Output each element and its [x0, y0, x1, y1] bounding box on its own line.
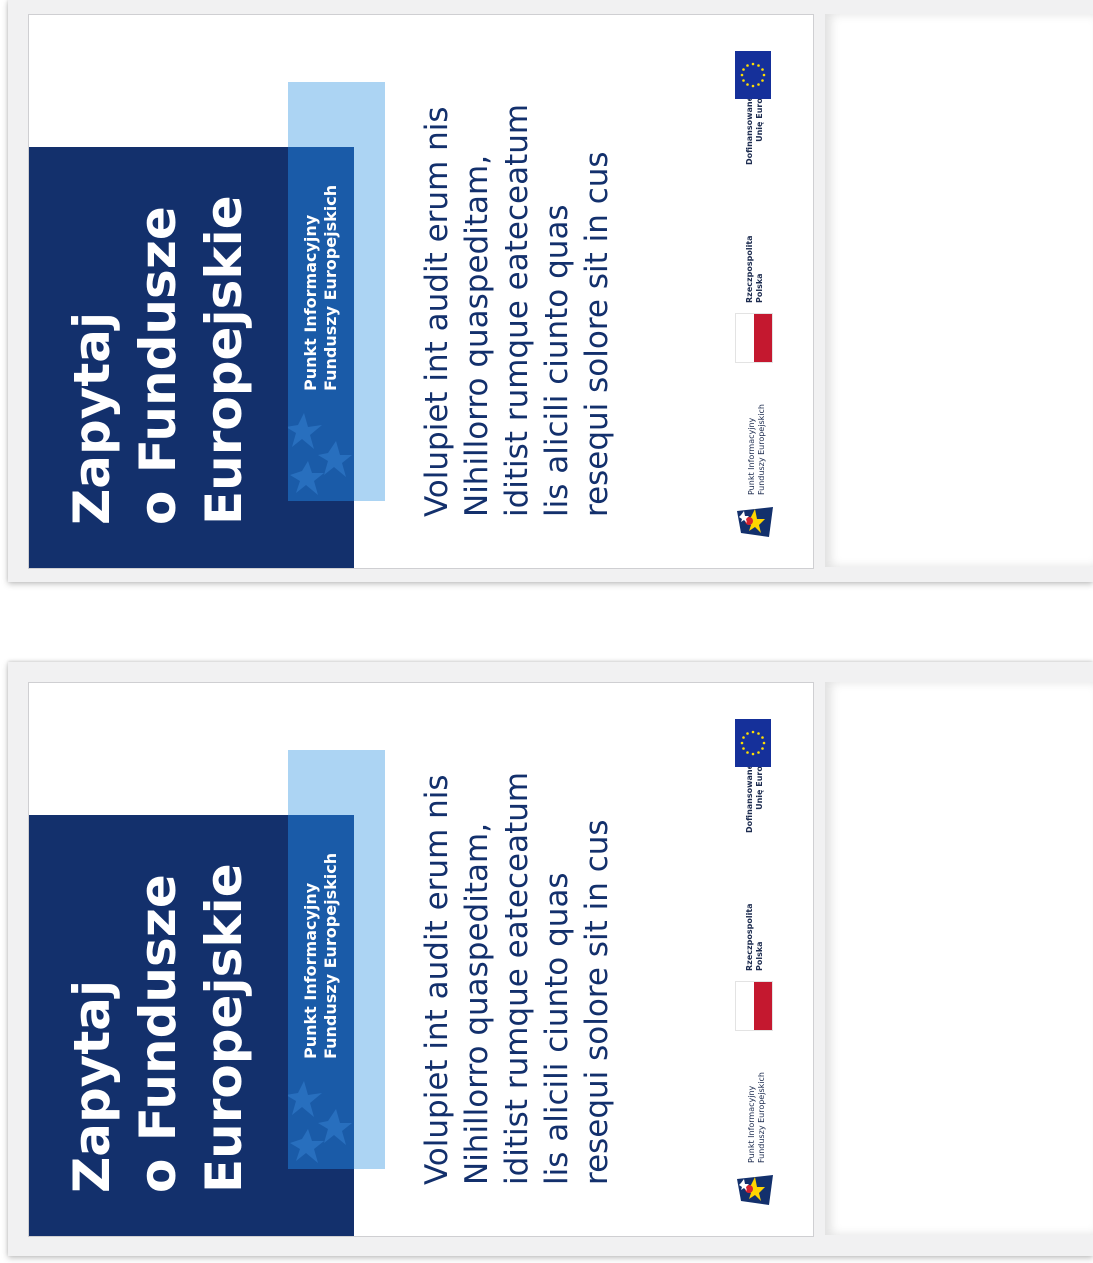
- title-line: Europejskie: [195, 863, 253, 1193]
- poster-front: Zapytaj o Fundusze Europejskie Punkt Inf…: [28, 682, 814, 1237]
- poster-body-text: Volupiet int audit erum nis Nihillorro q…: [417, 772, 617, 1185]
- poster-sheet-bottom: Zapytaj o Fundusze Europejskie Punkt Inf…: [8, 662, 1093, 1256]
- poster-body-text: Volupiet int audit erum nis Nihillorro q…: [417, 104, 617, 517]
- poster-back-panel: [825, 14, 1093, 567]
- pif-logo-line: Punkt Informacyjny: [747, 417, 756, 495]
- pif-logo-text: Punkt Informacyjny Funduszy Europejskich: [747, 1072, 767, 1163]
- pif-label-line: Funduszy Europejskich: [321, 852, 340, 1059]
- body-line: Volupiet int audit erum nis: [419, 106, 455, 517]
- title-line: Zapytaj: [63, 311, 121, 525]
- pl-logo-line: Polska: [755, 941, 764, 971]
- pif-logo-icon: [737, 507, 773, 537]
- title-line: o Fundusze: [129, 206, 187, 525]
- eu-flag-icon: [735, 51, 771, 99]
- pl-logo-text: Rzeczpospolita Polska: [745, 903, 765, 971]
- title-line: o Fundusze: [129, 874, 187, 1193]
- pif-label-line: Punkt Informacyjny: [301, 214, 320, 391]
- poster-back-panel: [825, 682, 1093, 1235]
- title-line: Europejskie: [195, 195, 253, 525]
- body-line: iditist rumque eateceatum: [499, 103, 535, 517]
- polish-flag-icon: [735, 981, 773, 1031]
- pl-logo-line: Rzeczpospolita: [745, 235, 754, 303]
- body-line: iditist rumque eateceatum: [499, 771, 535, 1185]
- body-line: Volupiet int audit erum nis: [419, 774, 455, 1185]
- body-line: lis alicili ciunto quas: [539, 204, 575, 517]
- pif-label: Punkt Informacyjny Funduszy Europejskich: [301, 185, 341, 391]
- stars-graphic: [288, 1073, 354, 1169]
- polish-flag-icon: [735, 313, 773, 363]
- pif-label-line: Punkt Informacyjny: [301, 882, 320, 1059]
- pif-logo-icon: [737, 1175, 773, 1205]
- pif-logo-line: Funduszy Europejskich: [757, 1072, 766, 1163]
- poster-sheet-top: Zapytaj o Fundusze Europejskie Punkt Inf…: [8, 0, 1093, 582]
- pl-logo-line: Polska: [755, 273, 764, 303]
- pif-label-line: Funduszy Europejskich: [321, 184, 340, 391]
- eu-flag-icon: [735, 719, 771, 767]
- pl-logo-line: Rzeczpospolita: [745, 903, 754, 971]
- title-line: Zapytaj: [63, 979, 121, 1193]
- pif-logo-line: Punkt Informacyjny: [747, 1085, 756, 1163]
- body-line: Nihillorro quaspeditam,: [459, 822, 495, 1185]
- body-line: Nihillorro quaspeditam,: [459, 154, 495, 517]
- poster-title: Zapytaj o Fundusze Europejskie: [59, 863, 257, 1193]
- pif-logo-line: Funduszy Europejskich: [757, 404, 766, 495]
- body-line: lis alicili ciunto quas: [539, 872, 575, 1185]
- pl-logo-text: Rzeczpospolita Polska: [745, 235, 765, 303]
- stars-graphic: [288, 405, 354, 501]
- poster-front: Zapytaj o Fundusze Europejskie Punkt Inf…: [28, 14, 814, 569]
- body-line: resequi solore sit in cus: [579, 819, 615, 1185]
- body-line: resequi solore sit in cus: [579, 151, 615, 517]
- pif-logo-text: Punkt Informacyjny Funduszy Europejskich: [747, 404, 767, 495]
- pif-label: Punkt Informacyjny Funduszy Europejskich: [301, 853, 341, 1059]
- poster-title: Zapytaj o Fundusze Europejskie: [59, 195, 257, 525]
